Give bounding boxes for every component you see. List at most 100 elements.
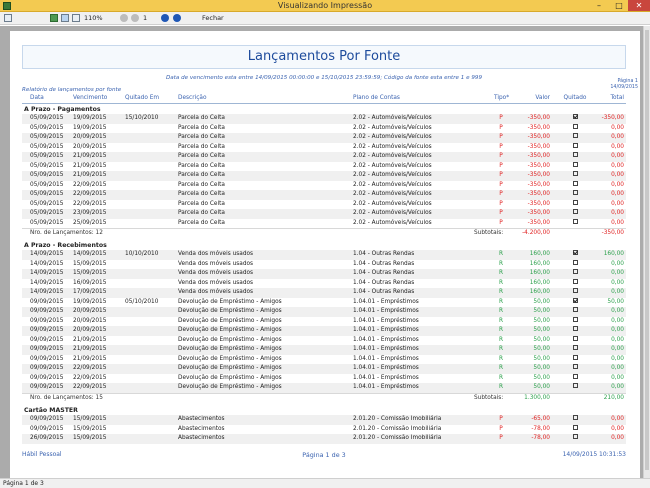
cell-total: 0,00 <box>611 260 624 267</box>
cell-plano: 2.02 - Automóveis/Veículos <box>353 134 432 140</box>
cell-total: 0,00 <box>611 210 624 216</box>
cell-valor: 50,00 <box>533 374 550 381</box>
report-description: Relatório de lançamentos por fonte <box>22 87 122 93</box>
page-number[interactable]: 1 <box>143 14 147 23</box>
cell-quitado <box>563 354 587 365</box>
cell-descricao: Parcela do Celta <box>178 200 225 207</box>
table-row: 26/09/2015 15/09/2015 Abastecimentos 2.01.2… <box>22 434 626 444</box>
cell-valor: 160,00 <box>529 270 550 276</box>
cell-vencimento: 22/09/2015 <box>73 191 107 197</box>
close-window-button[interactable]: ✕ <box>628 0 650 11</box>
cell-vencimento: 22/09/2015 <box>73 200 107 207</box>
cell-descricao: Parcela do Celta <box>178 143 225 150</box>
cell-quitado <box>563 335 587 346</box>
cell-valor: 160,00 <box>529 279 550 286</box>
table-row: 05/09/2015 19/09/2015 Parcela do Celta 2.02… <box>22 123 626 134</box>
cell-tipo: R <box>498 298 504 305</box>
cell-tipo: P <box>499 143 503 150</box>
cell-quitado <box>563 218 587 229</box>
unchecked-box-icon <box>572 424 578 430</box>
table-row: 09/09/2015 20/09/2015 Devolução de Emprést… <box>22 316 626 327</box>
next-page-button[interactable] <box>161 14 169 22</box>
export-icon[interactable] <box>50 14 58 22</box>
cell-valor: -350,00 <box>527 143 550 150</box>
cell-data: 09/09/2015 <box>30 355 64 362</box>
cell-descricao: Parcela do Celta <box>178 153 225 159</box>
cell-tipo: P <box>499 172 503 178</box>
cell-total: 0,00 <box>611 365 624 371</box>
preview-area[interactable]: Lançamentos Por Fonte Data de vencimento… <box>0 26 643 478</box>
section-recebimentos: A Prazo - Recebimentos 14/09/2015 14/09/20… <box>22 241 626 402</box>
cell-total: 0,00 <box>611 134 624 140</box>
close-button[interactable]: Fechar <box>202 14 224 23</box>
scrollbar-thumb[interactable] <box>645 30 649 470</box>
cell-tipo: P <box>499 219 503 226</box>
minimize-button[interactable]: – <box>593 1 605 11</box>
prev-page-button[interactable] <box>131 14 139 22</box>
cell-plano: 2.02 - Automóveis/Veículos <box>353 115 432 121</box>
cell-data: 05/09/2015 <box>30 181 64 188</box>
unchecked-box-icon <box>572 345 578 350</box>
cell-quitado <box>563 199 587 210</box>
cell-tipo: R <box>498 327 504 333</box>
cell-total: 0,00 <box>611 191 624 197</box>
cell-total: 0,00 <box>611 355 624 362</box>
cell-vencimento: 20/09/2015 <box>73 143 107 150</box>
cell-quitado <box>563 383 587 393</box>
cell-plano: 1.04.01 - Empréstimos <box>353 336 419 343</box>
cell-tipo: R <box>498 279 504 286</box>
cell-quitado <box>563 269 587 279</box>
cell-data: 09/09/2015 <box>30 308 64 314</box>
col-tipo: Tipo* <box>494 95 510 101</box>
cell-valor: -350,00 <box>527 219 550 226</box>
cell-valor: -350,00 <box>527 124 550 131</box>
col-valor: Valor <box>535 95 550 101</box>
cell-valor: -65,00 <box>531 416 550 422</box>
cell-plano: 1.04.01 - Empréstimos <box>353 346 419 352</box>
cell-total: 0,00 <box>611 416 624 422</box>
maximize-button[interactable]: □ <box>613 1 625 11</box>
cell-tipo: R <box>498 317 504 324</box>
section-title: A Prazo - Pagamentos <box>24 106 101 113</box>
page-header-info: Página 1 14/09/2015 <box>578 79 638 91</box>
cell-quitado <box>563 259 587 270</box>
cell-plano: 1.04 - Outras Rendas <box>353 279 415 286</box>
cell-vencimento: 15/09/2015 <box>73 416 107 422</box>
cell-tipo: R <box>498 346 504 352</box>
cell-tipo: P <box>499 200 503 207</box>
cell-data: 09/09/2015 <box>30 374 64 381</box>
cell-vencimento: 22/09/2015 <box>73 181 107 188</box>
cell-descricao: Parcela do Celta <box>178 181 225 188</box>
cell-tipo: P <box>499 134 503 140</box>
cell-valor: 50,00 <box>533 298 550 305</box>
cell-descricao: Devolução de Empréstimo - Amigos <box>178 374 282 381</box>
unchecked-box-icon <box>572 354 578 360</box>
unchecked-box-icon <box>572 180 578 186</box>
print-icon[interactable] <box>4 14 12 22</box>
cell-vencimento: 15/09/2015 <box>73 425 107 432</box>
first-page-button[interactable] <box>120 14 128 22</box>
cell-plano: 2.02 - Automóveis/Veículos <box>353 162 432 169</box>
multi-page-icon[interactable] <box>72 14 80 22</box>
cell-descricao: Parcela do Celta <box>178 219 225 226</box>
single-page-icon[interactable] <box>61 14 69 22</box>
cell-plano: 1.04.01 - Empréstimos <box>353 384 419 390</box>
cell-quitado <box>563 326 587 336</box>
cell-plano: 1.04 - Outras Rendas <box>353 289 415 295</box>
cell-vencimento: 23/09/2015 <box>73 210 107 216</box>
cell-quitado <box>563 345 587 355</box>
unchecked-box-icon <box>572 142 578 148</box>
cell-data: 05/09/2015 <box>30 191 64 197</box>
zoom-level[interactable]: 110% <box>84 14 103 23</box>
cell-descricao: Abastecimentos <box>178 425 225 432</box>
window-title-bar: Visualizando Impressão – □ ✕ <box>0 0 650 12</box>
cell-descricao: Venda dos móveis usados <box>178 260 254 267</box>
cell-quitado <box>563 180 587 191</box>
last-page-button[interactable] <box>173 14 181 22</box>
vertical-scrollbar[interactable] <box>643 26 650 478</box>
subtotal-total: -350,00 <box>601 230 624 236</box>
cell-total: -350,00 <box>601 115 624 121</box>
unchecked-box-icon <box>572 152 578 157</box>
subtotal-label: Subtotais: <box>474 394 504 401</box>
unchecked-box-icon <box>572 218 578 224</box>
